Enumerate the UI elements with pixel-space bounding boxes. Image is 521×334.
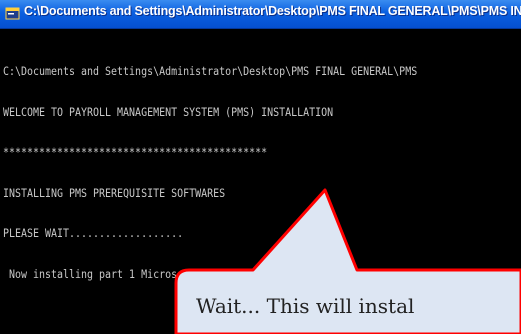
callout-bubble [174, 188, 521, 334]
callout-text: Wait... This will instal [196, 294, 415, 318]
